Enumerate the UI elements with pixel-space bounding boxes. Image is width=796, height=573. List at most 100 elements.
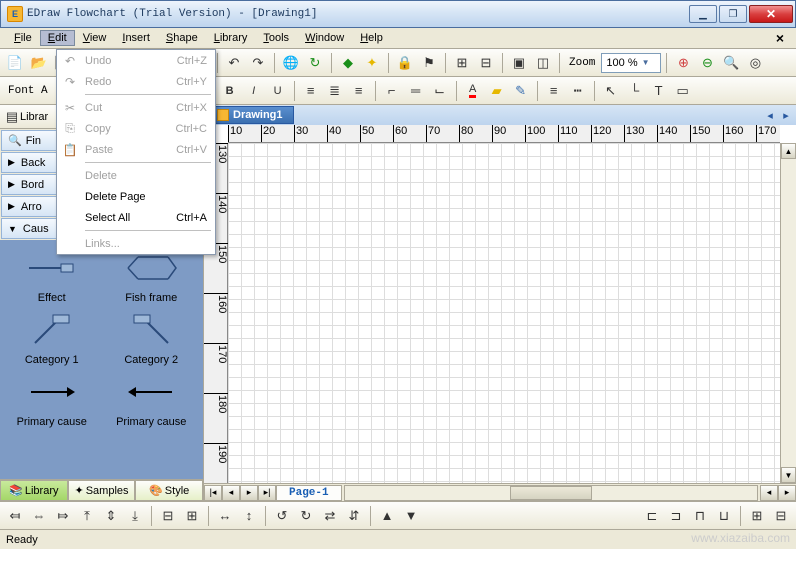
close-button[interactable]: ✕ xyxy=(749,5,793,23)
italic-button[interactable]: I xyxy=(243,80,265,102)
align-r[interactable]: ⤇ xyxy=(52,505,74,527)
menuitem-icon: 📋 xyxy=(61,143,79,157)
scroll-left-button[interactable]: ◂ xyxy=(760,485,778,501)
open-button[interactable]: 📂 xyxy=(28,52,50,74)
zoom-page-button[interactable]: ◎ xyxy=(744,52,766,74)
flip-v[interactable]: ⇵ xyxy=(343,505,365,527)
dist-v[interactable]: ⊞ xyxy=(181,505,203,527)
valign-top-button[interactable]: ⌐ xyxy=(381,80,403,102)
scroll-right-button[interactable]: ▸ xyxy=(778,485,796,501)
shape-category-2[interactable]: Category 2 xyxy=(104,310,200,366)
scroll-up-button[interactable]: ▲ xyxy=(781,143,796,159)
dist-h[interactable]: ⊟ xyxy=(157,505,179,527)
sidetab-samples[interactable]: ✦Samples xyxy=(68,480,136,501)
web-button[interactable]: 🌐 xyxy=(280,52,302,74)
line-style-button[interactable]: ┅ xyxy=(567,80,589,102)
shape-fish-frame[interactable]: Fish frame xyxy=(104,248,200,304)
page-next-button[interactable]: ▸ xyxy=(240,485,258,501)
menuitem-select-all[interactable]: Select AllCtrl+A xyxy=(57,207,215,228)
menu-window[interactable]: Window xyxy=(297,30,352,46)
valign-mid-button[interactable]: ═ xyxy=(405,80,427,102)
valign-bot-button[interactable]: ⌙ xyxy=(429,80,451,102)
page-prev-button[interactable]: ◂ xyxy=(222,485,240,501)
align-center-button[interactable]: ≣ xyxy=(324,80,346,102)
redo-button[interactable]: ↷ xyxy=(247,52,269,74)
rotate-r[interactable]: ↻ xyxy=(295,505,317,527)
line-color-button[interactable]: ✎ xyxy=(510,80,532,102)
align-b[interactable]: ⤓ xyxy=(124,505,146,527)
pointer-tool[interactable]: ↖ xyxy=(600,80,622,102)
font-color-button[interactable]: A xyxy=(462,80,484,102)
rotate-l[interactable]: ↺ xyxy=(271,505,293,527)
ungroup-button[interactable]: ⊟ xyxy=(475,52,497,74)
vertical-scrollbar[interactable]: ▲ ▼ xyxy=(780,143,796,483)
flip-h[interactable]: ⇄ xyxy=(319,505,341,527)
flag-button[interactable]: ⚑ xyxy=(418,52,440,74)
space-h2[interactable]: ⊐ xyxy=(665,505,687,527)
page-tab-1[interactable]: Page-1 xyxy=(276,485,342,501)
same-w[interactable]: ↔ xyxy=(214,505,236,527)
new-button[interactable]: 📄 xyxy=(4,52,26,74)
menu-library[interactable]: Library xyxy=(206,30,256,46)
align-right-button[interactable]: ≡ xyxy=(348,80,370,102)
space-v1[interactable]: ⊓ xyxy=(689,505,711,527)
maximize-button[interactable]: ❐ xyxy=(719,5,747,23)
mdi-close-button[interactable]: × xyxy=(770,30,790,46)
zoom-combo[interactable]: 100 %▼ xyxy=(601,53,661,73)
menu-file[interactable]: File xyxy=(6,30,40,46)
menu-edit[interactable]: Edit xyxy=(40,30,75,46)
shield-button[interactable]: ◆ xyxy=(337,52,359,74)
align-l[interactable]: ⤆ xyxy=(4,505,26,527)
front[interactable]: ▲ xyxy=(376,505,398,527)
line-weight-button[interactable]: ≡ xyxy=(543,80,565,102)
center-v[interactable]: ⊟ xyxy=(770,505,792,527)
menu-insert[interactable]: Insert xyxy=(114,30,158,46)
sidetab-library[interactable]: 📚Library xyxy=(0,480,68,501)
drawing-grid[interactable] xyxy=(228,143,780,483)
star-button[interactable]: ✦ xyxy=(361,52,383,74)
shape-primary-cause[interactable]: Primary cause xyxy=(104,372,200,428)
menu-tools[interactable]: Tools xyxy=(255,30,297,46)
shape-primary-cause[interactable]: Primary cause xyxy=(4,372,100,428)
back[interactable]: ▼ xyxy=(400,505,422,527)
align-t[interactable]: ⤒ xyxy=(76,505,98,527)
menu-view[interactable]: View xyxy=(75,30,115,46)
menu-help[interactable]: Help xyxy=(352,30,391,46)
layer-button[interactable]: ▣ xyxy=(508,52,530,74)
space-v2[interactable]: ⊔ xyxy=(713,505,735,527)
refresh-button[interactable]: ↻ xyxy=(304,52,326,74)
zoom-in-button[interactable]: ⊕ xyxy=(672,52,694,74)
lock-button[interactable]: 🔒 xyxy=(394,52,416,74)
horizontal-scrollbar[interactable] xyxy=(344,485,758,501)
tab-prev[interactable]: ◂ xyxy=(762,109,778,122)
shape-effect[interactable]: Effect xyxy=(4,248,100,304)
sidetab-style[interactable]: 🎨Style xyxy=(135,480,203,501)
menuitem-redo: ↷RedoCtrl+Y xyxy=(57,71,215,92)
zoom-fit-button[interactable]: 🔍 xyxy=(720,52,742,74)
page-last-button[interactable]: ▸| xyxy=(258,485,276,501)
underline-button[interactable]: U xyxy=(267,80,289,102)
doc-tab-drawing1[interactable]: Drawing1 xyxy=(206,106,294,124)
fill-color-button[interactable]: ▰ xyxy=(486,80,508,102)
shape-tool[interactable]: ▭ xyxy=(672,80,694,102)
scroll-down-button[interactable]: ▼ xyxy=(781,467,796,483)
tab-next[interactable]: ▸ xyxy=(778,109,794,122)
menu-shape[interactable]: Shape xyxy=(158,30,206,46)
bold-button[interactable]: B xyxy=(219,80,241,102)
group-button[interactable]: ⊞ xyxy=(451,52,473,74)
menuitem-delete-page[interactable]: Delete Page xyxy=(57,186,215,207)
center-h[interactable]: ⊞ xyxy=(746,505,768,527)
page-first-button[interactable]: |◂ xyxy=(204,485,222,501)
space-h1[interactable]: ⊏ xyxy=(641,505,663,527)
align-left-button[interactable]: ≡ xyxy=(300,80,322,102)
same-h[interactable]: ↕ xyxy=(238,505,260,527)
connector-tool[interactable]: └ xyxy=(624,80,646,102)
window-button[interactable]: ◫ xyxy=(532,52,554,74)
align-c[interactable]: ⇔ xyxy=(28,505,50,527)
minimize-button[interactable]: ▁ xyxy=(689,5,717,23)
shape-category-1[interactable]: Category 1 xyxy=(4,310,100,366)
text-tool[interactable]: T xyxy=(648,80,670,102)
undo-button[interactable]: ↶ xyxy=(223,52,245,74)
zoom-out-button[interactable]: ⊖ xyxy=(696,52,718,74)
align-m[interactable]: ⇕ xyxy=(100,505,122,527)
